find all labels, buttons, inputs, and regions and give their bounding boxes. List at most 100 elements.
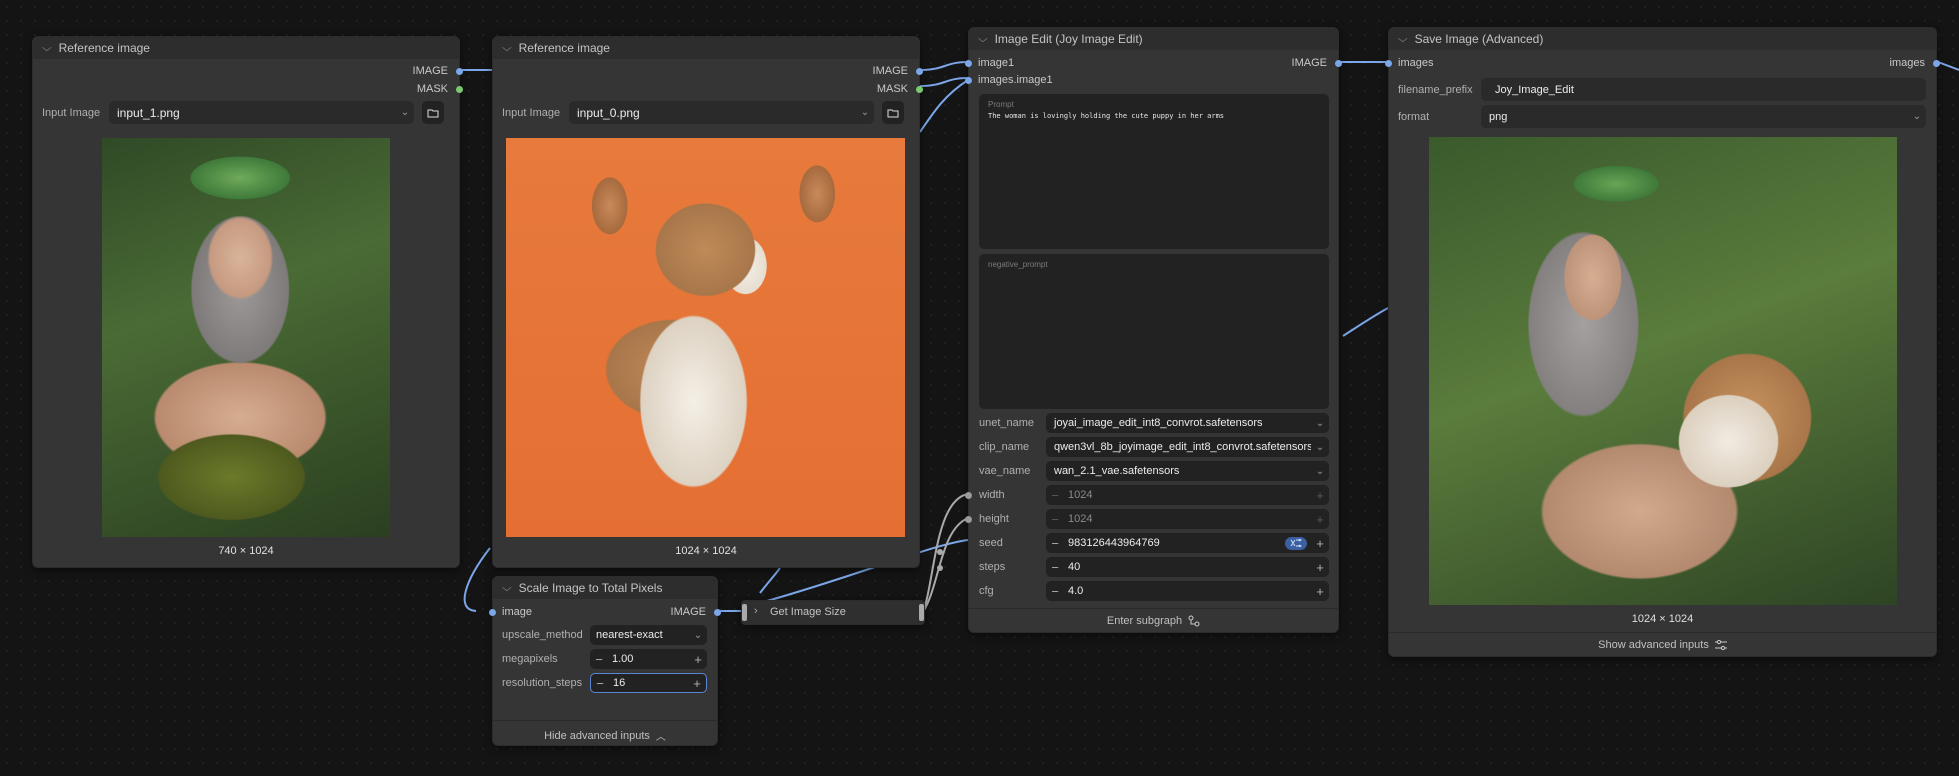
hide-advanced-inputs-button[interactable]: Hide advanced inputs ︿ xyxy=(493,728,717,744)
plus-icon[interactable]: + xyxy=(1311,488,1329,503)
hide-advanced-label: Hide advanced inputs xyxy=(544,729,650,742)
filename-prefix-input[interactable]: Joy_Image_Edit xyxy=(1481,78,1926,101)
minus-icon[interactable]: − xyxy=(1046,560,1064,575)
output-dot[interactable] xyxy=(456,67,463,75)
plus-icon[interactable]: + xyxy=(1311,512,1329,527)
dropdown-arrow-icon: ⌄ xyxy=(1315,465,1325,477)
folder-icon[interactable] xyxy=(882,101,904,124)
plus-icon[interactable]: + xyxy=(689,652,707,667)
node-header[interactable]: ⌵ Scale Image to Total Pixels xyxy=(493,577,717,599)
input-image-slot[interactable]: image xyxy=(489,606,532,618)
minus-icon[interactable]: − xyxy=(590,652,608,667)
prompt-textarea[interactable]: Prompt The woman is lovingly holding the… xyxy=(979,94,1329,249)
input-images-image1-slot[interactable]: images.image1 xyxy=(965,74,1053,86)
input-dot[interactable] xyxy=(965,59,972,67)
collapsed-node-slot[interactable] xyxy=(742,604,747,621)
get-image-size-node[interactable]: › Get Image Size xyxy=(741,600,925,625)
chevron-down-icon[interactable]: ⌵ xyxy=(1398,34,1408,45)
height-number[interactable]: − 1024 + xyxy=(1046,509,1329,529)
node-header[interactable]: ⌵ Reference image xyxy=(493,37,919,59)
widget-label: width xyxy=(979,489,1005,501)
scale-image-node[interactable]: ⌵ Scale Image to Total Pixels image IMAG… xyxy=(489,576,721,746)
output-label: IMAGE xyxy=(670,606,706,618)
cfg-number[interactable]: − 4.0 + xyxy=(1046,581,1329,601)
wire-ref2-image1 xyxy=(919,61,969,71)
node-header[interactable]: ⌵ Image Edit (Joy Image Edit) xyxy=(969,28,1338,50)
width-input-dot[interactable] xyxy=(965,492,972,499)
widget-label: seed xyxy=(979,537,1003,549)
image-edit-node[interactable]: ⌵ Image Edit (Joy Image Edit) image1 ima… xyxy=(965,27,1342,633)
folder-icon[interactable] xyxy=(422,101,444,124)
width-number[interactable]: − 1024 + xyxy=(1046,485,1329,505)
negative-prompt-textarea[interactable]: negative_prompt xyxy=(979,254,1329,409)
steps-number[interactable]: − 40 + xyxy=(1046,557,1329,577)
chevron-down-icon[interactable]: ⌵ xyxy=(502,43,512,54)
vae-name-select[interactable]: wan_2.1_vae.safetensors ⌄ xyxy=(1046,461,1329,481)
output-image-slot[interactable]: IMAGE xyxy=(873,65,923,77)
height-input-dot[interactable] xyxy=(965,516,972,523)
reference-image-node-1[interactable]: ⌵ Reference image IMAGE MASK Input Image… xyxy=(32,36,463,568)
output-image-slot[interactable]: IMAGE xyxy=(671,606,721,618)
input-label: images xyxy=(1398,57,1434,69)
show-advanced-inputs-button[interactable]: Show advanced inputs xyxy=(1389,639,1936,651)
plus-icon[interactable]: + xyxy=(1311,584,1329,599)
collapsed-node-slot[interactable] xyxy=(919,604,924,621)
minus-icon[interactable]: − xyxy=(1046,488,1064,503)
preview-image-puppy xyxy=(506,138,905,537)
show-advanced-label: Show advanced inputs xyxy=(1598,639,1709,651)
output-dot[interactable] xyxy=(916,67,923,75)
minus-icon[interactable]: − xyxy=(1046,512,1064,527)
footer-divider xyxy=(493,720,717,721)
output-images-slot[interactable]: images xyxy=(1890,57,1940,69)
input-label: image1 xyxy=(978,57,1015,69)
minus-icon[interactable]: − xyxy=(1046,584,1064,599)
input-dot[interactable] xyxy=(489,608,496,616)
output-dot[interactable] xyxy=(456,85,463,93)
input-image1-slot[interactable]: image1 xyxy=(965,57,1014,69)
chevron-down-icon[interactable]: ⌵ xyxy=(502,583,512,594)
output-dot[interactable] xyxy=(916,85,923,93)
plus-icon[interactable]: + xyxy=(1311,536,1329,551)
input-image-select[interactable]: input_0.png ⌄ xyxy=(569,101,874,124)
output-image-slot[interactable]: IMAGE xyxy=(413,65,463,77)
minus-icon[interactable]: − xyxy=(591,676,609,691)
format-select[interactable]: png ⌄ xyxy=(1481,105,1926,128)
input-dot[interactable] xyxy=(1385,59,1392,67)
save-image-node[interactable]: ⌵ Save Image (Advanced) images images fi… xyxy=(1385,27,1940,657)
output-mask-slot[interactable]: MASK xyxy=(877,83,923,95)
random-seed-icon[interactable] xyxy=(1285,536,1307,550)
prompt-text: The woman is lovingly holding the cute p… xyxy=(988,112,1225,120)
plus-icon[interactable]: + xyxy=(1311,560,1329,575)
chevron-right-icon[interactable]: › xyxy=(754,605,758,617)
widget-label: height xyxy=(979,513,1009,525)
upscale-method-select[interactable]: nearest-exact ⌄ xyxy=(590,625,707,645)
widget-label: upscale_method xyxy=(502,629,583,641)
node-title: Get Image Size xyxy=(770,606,846,618)
output-dot[interactable] xyxy=(714,608,721,616)
plus-icon[interactable]: + xyxy=(688,676,706,691)
output-dot[interactable] xyxy=(1933,59,1940,67)
reference-image-node-2[interactable]: ⌵ Reference image IMAGE MASK Input Image… xyxy=(492,36,923,568)
node-header[interactable]: ⌵ Save Image (Advanced) xyxy=(1389,28,1936,50)
input-dot[interactable] xyxy=(965,76,972,84)
output-image-slot[interactable]: IMAGE xyxy=(1292,57,1342,69)
settings-icon xyxy=(1714,640,1727,650)
unet-name-select[interactable]: joyai_image_edit_int8_convrot.safetensor… xyxy=(1046,413,1329,433)
widget-label: unet_name xyxy=(979,417,1035,429)
chevron-down-icon[interactable]: ⌵ xyxy=(42,43,52,54)
subgraph-icon xyxy=(1188,615,1200,627)
chevron-down-icon[interactable]: ⌵ xyxy=(978,34,988,45)
resolution-steps-number[interactable]: − 16 + xyxy=(590,673,707,693)
minus-icon[interactable]: − xyxy=(1046,536,1064,551)
dropdown-arrow-icon: ⌄ xyxy=(1315,417,1325,429)
output-dot[interactable] xyxy=(1335,59,1342,67)
enter-subgraph-button[interactable]: Enter subgraph xyxy=(969,615,1338,627)
megapixels-number[interactable]: − 1.00 + xyxy=(590,649,707,669)
input-images-slot[interactable]: images xyxy=(1385,57,1433,69)
input-image-select[interactable]: input_1.png ⌄ xyxy=(109,101,414,124)
widget-label: cfg xyxy=(979,585,994,597)
clip-name-select[interactable]: qwen3vl_8b_joyimage_edit_int8_convrot.sa… xyxy=(1046,437,1329,457)
output-mask-slot[interactable]: MASK xyxy=(417,83,463,95)
node-header[interactable]: ⌵ Reference image xyxy=(33,37,459,59)
seed-number[interactable]: − 983126443964769 + xyxy=(1046,533,1329,553)
